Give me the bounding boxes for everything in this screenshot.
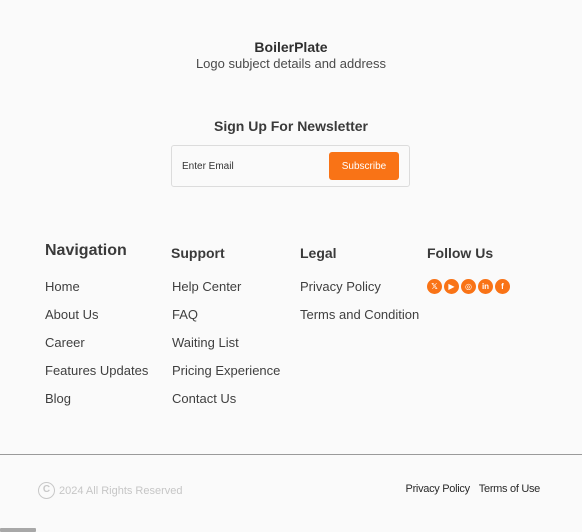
- social-icons: 𝕏 ▶ ◎ in f: [427, 279, 510, 294]
- support-link-help-center[interactable]: Help Center: [172, 279, 280, 307]
- follow-column: Follow Us 𝕏 ▶ ◎ in f: [427, 242, 510, 294]
- nav-link-about-us[interactable]: About Us: [45, 307, 148, 335]
- nav-link-features-updates[interactable]: Features Updates: [45, 363, 148, 391]
- bottom-links: Privacy Policy Terms of Use: [406, 483, 541, 495]
- legal-link-privacy-policy[interactable]: Privacy Policy: [300, 279, 419, 307]
- horizontal-scrollbar[interactable]: [0, 528, 36, 532]
- brand-subtitle: Logo subject details and address: [195, 56, 387, 71]
- support-title: Support: [171, 245, 225, 261]
- newsletter-section: Sign Up For Newsletter: [0, 118, 582, 134]
- facebook-icon[interactable]: f: [495, 279, 510, 294]
- legal-links: Privacy Policy Terms and Condition: [300, 279, 419, 335]
- x-icon[interactable]: 𝕏: [427, 279, 442, 294]
- legal-column: Legal Privacy Policy Terms and Condition: [300, 242, 419, 322]
- support-link-faq[interactable]: FAQ: [172, 307, 280, 335]
- brand-block: BoilerPlate Logo subject details and add…: [0, 39, 582, 72]
- footer-terms-link[interactable]: Terms of Use: [479, 483, 541, 495]
- copyright-icon: C: [38, 482, 55, 499]
- copyright-text: 2024 All Rights Reserved: [59, 484, 183, 497]
- nav-link-home[interactable]: Home: [45, 279, 148, 307]
- instagram-icon[interactable]: ◎: [461, 279, 476, 294]
- follow-title: Follow Us: [427, 245, 494, 261]
- legal-link-terms-and-condition[interactable]: Terms and Condition: [300, 307, 419, 335]
- linkedin-icon[interactable]: in: [478, 279, 493, 294]
- support-link-pricing-experience[interactable]: Pricing Experience: [172, 363, 280, 391]
- nav-link-career[interactable]: Career: [45, 335, 148, 363]
- copyright: C 2024 All Rights Reserved: [38, 482, 183, 499]
- footer-privacy-link[interactable]: Privacy Policy: [406, 483, 471, 495]
- support-links: Help Center FAQ Waiting List Pricing Exp…: [172, 279, 280, 419]
- newsletter-title: Sign Up For Newsletter: [213, 118, 369, 134]
- brand-name: BoilerPlate: [254, 39, 328, 55]
- navigation-title: Navigation: [45, 242, 127, 259]
- support-link-waiting-list[interactable]: Waiting List: [172, 335, 280, 363]
- support-column: Support Help Center FAQ Waiting List Pri…: [171, 242, 280, 406]
- email-input[interactable]: [182, 158, 322, 174]
- support-link-contact-us[interactable]: Contact Us: [172, 391, 280, 419]
- subscribe-button[interactable]: Subscribe: [329, 152, 399, 180]
- legal-title: Legal: [300, 245, 337, 261]
- footer-divider: [0, 454, 582, 455]
- youtube-icon[interactable]: ▶: [444, 279, 459, 294]
- newsletter-form: Subscribe: [171, 145, 410, 187]
- navigation-column: Navigation Home About Us Career Features…: [45, 242, 148, 406]
- navigation-links: Home About Us Career Features Updates Bl…: [45, 279, 148, 419]
- nav-link-blog[interactable]: Blog: [45, 391, 148, 419]
